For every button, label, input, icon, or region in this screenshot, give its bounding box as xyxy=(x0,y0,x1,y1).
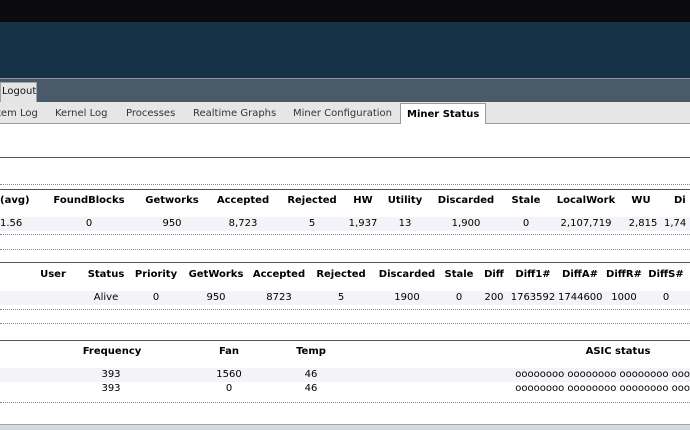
pools-cell: Alive xyxy=(84,291,128,305)
summary-header: Getworks xyxy=(145,195,199,206)
pools-header: User xyxy=(40,269,66,280)
pools-cell: 1763592 xyxy=(510,291,556,305)
devices-cell: 393 xyxy=(30,368,192,382)
summary-header: LocalWork xyxy=(556,195,616,206)
summary-cell: 950 xyxy=(142,217,202,231)
pools-cell: 0 xyxy=(442,291,476,305)
divider xyxy=(0,323,690,324)
summary-header: Stale xyxy=(511,195,541,206)
summary-cell: 1,900 xyxy=(434,217,498,231)
summary-cell: 1.56 xyxy=(0,217,30,231)
tab-miner-configuration[interactable]: Miner Configuration xyxy=(293,105,392,124)
devices-cell: 393 xyxy=(30,382,192,396)
devices-header: ASIC status xyxy=(585,346,651,357)
pools-cell: 1000 xyxy=(604,291,644,305)
summary-header: FoundBlocks xyxy=(53,195,125,206)
bottom-bar xyxy=(0,424,690,430)
tab-kernel-log[interactable]: Kernel Log xyxy=(55,105,107,124)
devices-header: Fan xyxy=(218,346,240,357)
summary-header: Utility xyxy=(387,195,423,206)
divider xyxy=(0,402,690,403)
logout-link[interactable]: Logout xyxy=(0,82,37,102)
summary-header: Accepted xyxy=(216,195,270,206)
divider xyxy=(0,234,690,235)
devices-cell: 1560 xyxy=(196,368,262,382)
tab-system-log[interactable]: tem Log xyxy=(0,105,38,124)
tab-processes[interactable]: Processes xyxy=(126,105,175,124)
devices-header: Frequency xyxy=(82,346,142,357)
summary-cell: 5 xyxy=(282,217,342,231)
summary-cell: 2,815 xyxy=(626,217,660,231)
pools-top-border xyxy=(0,262,690,263)
pools-cell: 0 xyxy=(132,291,180,305)
devices-top-border xyxy=(0,340,690,341)
tab-bar: tem Log Kernel Log Processes Realtime Gr… xyxy=(0,102,690,125)
tab-miner-status[interactable]: Miner Status xyxy=(400,103,487,125)
pools-cell xyxy=(28,291,78,305)
pools-cell: 8723 xyxy=(250,291,308,305)
summary-cell: 1,74 xyxy=(664,217,690,231)
divider xyxy=(0,249,690,250)
pools-cell: 1900 xyxy=(374,291,440,305)
pools-cell: 950 xyxy=(186,291,246,305)
devices-cell: 46 xyxy=(266,368,356,382)
pools-header: DiffS# xyxy=(648,269,684,280)
top-band xyxy=(0,0,690,22)
miner-status-content: (avg) FoundBlocks Getworks Accepted Reje… xyxy=(0,124,690,424)
pools-cell: 0 xyxy=(646,291,686,305)
summary-header: Di xyxy=(674,195,686,206)
pools-header: Diff xyxy=(484,269,504,280)
pools-header: Accepted xyxy=(252,269,306,280)
pools-header: Diff1# xyxy=(515,269,551,280)
pools-header: Priority xyxy=(134,269,178,280)
summary-cell: 0 xyxy=(506,217,546,231)
summary-cell: 13 xyxy=(384,217,426,231)
divider xyxy=(0,309,690,310)
pools-cell: 1744600 xyxy=(558,291,603,305)
devices-cell: oooooooo oooooooo oooooooo ooo xyxy=(360,382,690,396)
summary-header: HW xyxy=(353,195,373,206)
pools-header: Discarded xyxy=(378,269,436,280)
page-header xyxy=(0,22,690,78)
pools-header: Stale xyxy=(444,269,474,280)
summary-cell: 2,107,719 xyxy=(552,217,620,231)
menu-bar xyxy=(0,78,690,102)
pools-cell: 200 xyxy=(480,291,508,305)
pools-header: GetWorks xyxy=(188,269,244,280)
summary-top-border xyxy=(0,189,690,190)
devices-header: Temp xyxy=(296,346,326,357)
summary-cell: 1,937 xyxy=(348,217,378,231)
divider xyxy=(0,157,690,158)
pools-header: DiffR# xyxy=(606,269,642,280)
summary-header: WU xyxy=(631,195,651,206)
devices-cell: 46 xyxy=(266,382,356,396)
pools-header: Rejected xyxy=(316,269,366,280)
pools-cell: 5 xyxy=(312,291,370,305)
pools-header: Status xyxy=(87,269,125,280)
divider xyxy=(0,184,690,185)
devices-cell: oooooooo oooooooo oooooooo ooo xyxy=(360,368,690,382)
summary-cell: 0 xyxy=(50,217,128,231)
devices-cell: 0 xyxy=(196,382,262,396)
summary-cell: 8,723 xyxy=(212,217,274,231)
tab-realtime-graphs[interactable]: Realtime Graphs xyxy=(193,105,276,124)
summary-header: Rejected xyxy=(287,195,337,206)
summary-header: (avg) xyxy=(0,195,30,206)
pools-header: DiffA# xyxy=(562,269,598,280)
summary-header: Discarded xyxy=(437,195,495,206)
